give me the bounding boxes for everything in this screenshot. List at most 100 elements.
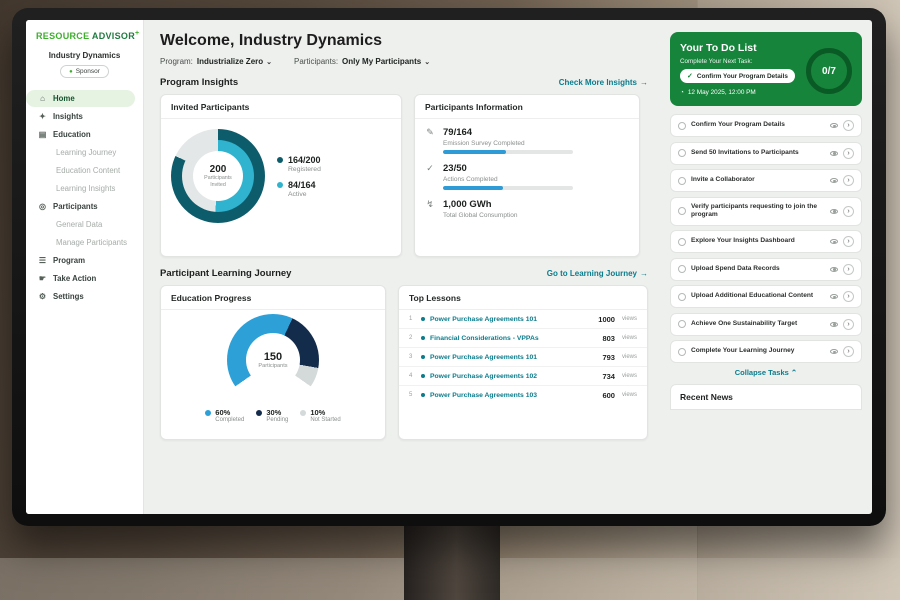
checkbox[interactable]	[678, 293, 686, 301]
participants-filter-label: Participants:	[294, 57, 338, 66]
chevron-right-icon[interactable]: ›	[843, 236, 854, 247]
survey-icon: ✎	[425, 127, 435, 154]
program-select[interactable]: Industrialize Zero ⌄	[197, 57, 272, 66]
chevron-right-icon[interactable]: ›	[843, 291, 854, 302]
progress-bar	[443, 150, 573, 154]
checkbox[interactable]	[678, 265, 686, 273]
participants-icon: ◎	[38, 202, 47, 211]
chevron-right-icon[interactable]: ›	[843, 206, 854, 217]
todo-item-send-invitations[interactable]: Send 50 Invitations to Participants ›	[670, 142, 862, 165]
actions-icon: ✓	[425, 163, 435, 190]
top-lessons-card: Top Lessons 1 Power Purchase Agreements …	[398, 285, 648, 440]
card-title: Invited Participants	[161, 95, 401, 119]
checkbox[interactable]	[678, 238, 686, 246]
todo-item-achieve-target[interactable]: Achieve One Sustainability Target ›	[670, 313, 862, 336]
sidebar-item-home[interactable]: ⌂ Home	[26, 90, 135, 107]
sidebar-item-education[interactable]: ▤ Education	[26, 126, 135, 143]
clock-icon: ◔	[680, 89, 684, 96]
bullet-icon	[421, 317, 425, 321]
lesson-link[interactable]: Power Purchase Agreements 103	[430, 392, 597, 399]
eye-icon[interactable]	[830, 151, 838, 156]
learning-journey-header: Participant Learning Journey Go to Learn…	[160, 268, 648, 279]
next-task-pill[interactable]: ✓ Confirm Your Program Details	[680, 69, 795, 83]
todo-item-explore-insights[interactable]: Explore Your Insights Dashboard ›	[670, 230, 862, 253]
stat-actions-completed: ✓ 23/50 Actions Completed	[425, 163, 629, 190]
sponsor-badge[interactable]: ● Sponsor	[60, 65, 109, 78]
lesson-link[interactable]: Power Purchase Agreements 102	[430, 373, 597, 380]
card-title: Top Lessons	[399, 286, 647, 310]
eye-icon[interactable]	[830, 239, 838, 244]
sidebar-item-program[interactable]: ☰ Program	[26, 252, 135, 269]
chevron-right-icon[interactable]: ›	[843, 264, 854, 275]
eye-icon[interactable]	[830, 267, 838, 272]
sidebar-nav: ⌂ Home ✦ Insights ▤ Education Learning J…	[26, 90, 143, 305]
monitor-bezel: RESOURCE ADVISOR+ Industry Dynamics ● Sp…	[12, 8, 886, 526]
chevron-down-icon: ⌄	[424, 58, 430, 66]
filters-row: Program: Industrialize Zero ⌄ Participan…	[160, 57, 648, 66]
page-title: Welcome, Industry Dynamics	[160, 32, 648, 50]
checkbox[interactable]	[678, 149, 686, 157]
sidebar-item-settings[interactable]: ⚙ Settings	[26, 288, 135, 305]
lesson-row-1[interactable]: 1 Power Purchase Agreements 101 1000 vie…	[399, 310, 647, 329]
settings-icon: ⚙	[38, 292, 47, 301]
lesson-link[interactable]: Financial Considerations - VPPAs	[430, 335, 597, 342]
chevron-right-icon[interactable]: ›	[843, 175, 854, 186]
insights-icon: ✦	[38, 112, 47, 121]
eye-icon[interactable]	[830, 209, 838, 214]
todo-item-complete-learning-journey[interactable]: Complete Your Learning Journey ›	[670, 340, 862, 363]
lesson-link[interactable]: Power Purchase Agreements 101	[430, 316, 593, 323]
lesson-row-3[interactable]: 3 Power Purchase Agreements 101 793 view…	[399, 348, 647, 367]
lesson-row-5[interactable]: 5 Power Purchase Agreements 103 600 view…	[399, 386, 647, 404]
todo-item-upload-educational-content[interactable]: Upload Additional Educational Content ›	[670, 285, 862, 308]
insights-cards-row: Invited Participants 200 Participants In…	[160, 94, 648, 257]
lesson-link[interactable]: Power Purchase Agreements 101	[430, 354, 597, 361]
program-filter: Program: Industrialize Zero ⌄	[160, 57, 272, 66]
checkbox[interactable]	[678, 177, 686, 185]
sidebar-item-take-action[interactable]: ☛ Take Action	[26, 270, 135, 287]
legend-dot	[277, 182, 283, 188]
sidebar-item-insights[interactable]: ✦ Insights	[26, 108, 135, 125]
chevron-right-icon[interactable]: ›	[843, 120, 854, 131]
chevron-right-icon[interactable]: ›	[843, 346, 854, 357]
sidebar-item-general-data[interactable]: General Data	[26, 216, 135, 233]
todo-item-verify-participants[interactable]: Verify participants requesting to join t…	[670, 197, 862, 226]
sidebar-item-learning-journey[interactable]: Learning Journey	[26, 144, 135, 161]
lesson-row-2[interactable]: 2 Financial Considerations - VPPAs 803 v…	[399, 329, 647, 348]
eye-icon[interactable]	[830, 294, 838, 299]
chevron-right-icon[interactable]: ›	[843, 148, 854, 159]
sidebar-item-manage-participants[interactable]: Manage Participants	[26, 234, 135, 251]
todo-item-upload-spend-data[interactable]: Upload Spend Data Records ›	[670, 258, 862, 281]
donut-legend: 164/200 Registered 84/164 Active	[277, 148, 321, 205]
program-insights-header: Program Insights Check More Insights →	[160, 77, 648, 88]
energy-icon: ↯	[425, 199, 435, 222]
resource-advisor-logo: RESOURCE ADVISOR+	[26, 30, 143, 41]
sponsor-badge-label: Sponsor	[76, 68, 100, 75]
todo-item-confirm-program[interactable]: Confirm Your Program Details ›	[670, 114, 862, 137]
participants-select[interactable]: Only My Participants ⌄	[342, 57, 430, 66]
eye-icon[interactable]	[830, 123, 838, 128]
collapse-tasks-link[interactable]: Collapse Tasks ⌃	[670, 368, 862, 377]
checkbox[interactable]	[678, 207, 686, 215]
eye-icon[interactable]	[830, 322, 838, 327]
go-to-learning-journey-link[interactable]: Go to Learning Journey →	[547, 269, 648, 278]
sidebar-item-education-content[interactable]: Education Content	[26, 162, 135, 179]
legend-completed: 60% Completed	[205, 408, 244, 423]
dashboard-screen: RESOURCE ADVISOR+ Industry Dynamics ● Sp…	[26, 20, 872, 514]
bullet-icon	[421, 336, 425, 340]
section-title: Participant Learning Journey	[160, 268, 291, 279]
eye-icon[interactable]	[830, 349, 838, 354]
checkbox[interactable]	[678, 348, 686, 356]
check-more-insights-link[interactable]: Check More Insights →	[559, 78, 648, 87]
invited-donut-chart: 200 Participants Invited	[171, 129, 265, 223]
checkbox[interactable]	[678, 320, 686, 328]
lesson-row-4[interactable]: 4 Power Purchase Agreements 102 734 view…	[399, 367, 647, 386]
chevron-right-icon[interactable]: ›	[843, 319, 854, 330]
checkbox[interactable]	[678, 122, 686, 130]
sidebar-item-learning-insights[interactable]: Learning Insights	[26, 180, 135, 197]
stat-emission-survey: ✎ 79/164 Emission Survey Completed	[425, 127, 629, 154]
chevron-down-icon: ⌄	[266, 58, 272, 66]
sidebar-item-participants[interactable]: ◎ Participants	[26, 198, 135, 215]
todo-item-invite-collaborator[interactable]: Invite a Collaborator ›	[670, 169, 862, 192]
eye-icon[interactable]	[830, 178, 838, 183]
todo-list: Confirm Your Program Details › Send 50 I…	[670, 114, 862, 363]
